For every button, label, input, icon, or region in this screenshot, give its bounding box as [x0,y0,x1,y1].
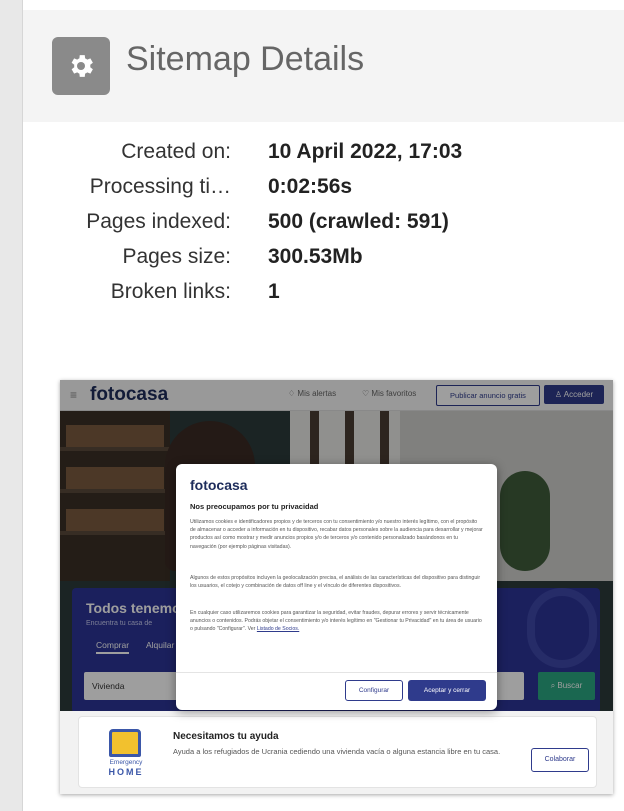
card-text: Ayuda a los refugiados de Ucrania cedien… [173,747,501,756]
detail-value: 0:02:56s [268,175,353,198]
privacy-modal: fotocasa Nos preocupamos por tu privacid… [176,464,497,710]
left-rail [0,0,23,811]
detail-row-processing: Processing ti… 0:02:56s [23,175,623,209]
emergency-home-logo: Emergency HOME [91,727,161,779]
detail-value: 500 (crawled: 591) [268,210,449,233]
detail-row-pages-indexed: Pages indexed: 500 (crawled: 591) [23,210,623,244]
modal-paragraph: En cualquier caso utilizaremos cookies p… [190,610,482,633]
configure-button: Configurar [345,680,403,701]
help-card: Emergency HOME Necesitamos tu ayuda Ayud… [78,716,597,788]
bottom-section: Emergency HOME Necesitamos tu ayuda Ayud… [60,711,613,794]
detail-value: 1 [268,280,280,303]
detail-row-created: Created on: 10 April 2022, 17:03 [23,140,623,174]
detail-value: 10 April 2022, 17:03 [268,140,463,163]
modal-paragraph: Algunos de estos propósitos incluyen la … [190,575,481,590]
detail-label: Processing ti… [89,175,231,198]
modal-paragraph: Utilizamos cookies e identificadores pro… [190,519,483,550]
detail-value: 300.53Mb [268,245,363,268]
detail-label: Pages indexed: [86,210,231,233]
modal-divider [176,672,497,673]
page-title: Sitemap Details [126,40,365,78]
detail-row-broken-links: Broken links: 1 [23,280,623,314]
detail-label: Created on: [121,140,231,163]
detail-label: Pages size: [122,245,231,268]
gear-icon [52,37,110,95]
card-title: Necesitamos tu ayuda [173,731,279,742]
detail-label: Broken links: [110,280,231,303]
modal-title: Nos preocupamos por tu privacidad [190,502,319,511]
partners-link: Listado de Socios. [256,626,300,633]
house-icon [109,729,141,757]
modal-logo: fotocasa [190,477,248,493]
panel-header: Sitemap Details [23,10,624,122]
collaborate-button: Colaborar [531,748,589,772]
detail-row-pages-size: Pages size: 300.53Mb [23,245,623,279]
accept-button: Aceptar y cerrar [408,680,486,701]
page-screenshot[interactable]: ≡ fotocasa ♢ Mis alertas ♡ Mis favoritos… [60,380,613,794]
